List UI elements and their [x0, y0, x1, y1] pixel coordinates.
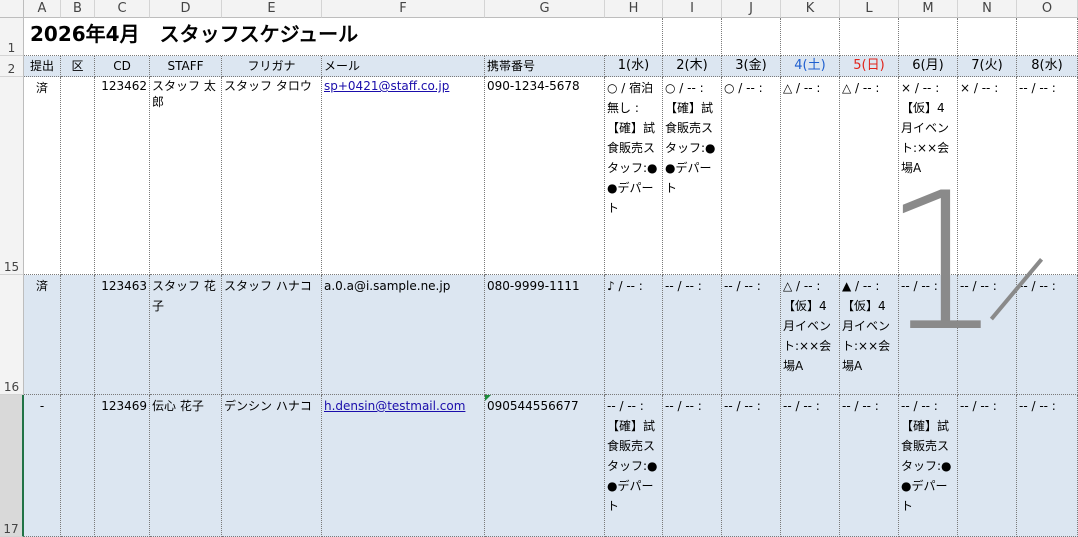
header-submitted[interactable]: 提出 [24, 56, 61, 77]
cell-j1[interactable] [722, 18, 781, 56]
cell-schedule[interactable]: -- / -- : 【確】試食販売スタッフ:●●デパート [605, 395, 663, 537]
column-header-i[interactable]: I [663, 0, 722, 18]
email-link[interactable]: sp+0421@staff.co.jp [324, 79, 449, 93]
column-header-h[interactable]: H [605, 0, 663, 18]
column-header-d[interactable]: D [150, 0, 222, 18]
cell-schedule[interactable]: -- / -- : [1017, 275, 1078, 395]
row-header-15[interactable]: 15 [0, 77, 24, 275]
header-cd[interactable]: CD [95, 56, 150, 77]
header-day-3[interactable]: 3(金) [722, 56, 781, 77]
column-header-o[interactable]: O [1017, 0, 1078, 18]
header-staff[interactable]: STAFF [150, 56, 222, 77]
header-phone[interactable]: 携帯番号 [485, 56, 605, 77]
cell-cd[interactable]: 123463 [95, 275, 150, 395]
cell-schedule[interactable]: -- / -- : [958, 395, 1017, 537]
cell-ku[interactable] [61, 77, 95, 275]
cell-schedule[interactable]: ▲ / -- : 【仮】4月イベント:××会場A [840, 275, 899, 395]
cell-submitted[interactable]: 済 [24, 77, 61, 275]
row-header-16[interactable]: 16 [0, 275, 24, 395]
cell-furigana[interactable]: デンシン ハナコ [222, 395, 322, 537]
column-header-e[interactable]: E [222, 0, 322, 18]
cell-schedule[interactable]: ○ / -- : [722, 77, 781, 275]
cell-schedule[interactable]: -- / -- : [781, 395, 840, 537]
cell-schedule[interactable]: -- / -- : [663, 395, 722, 537]
cell-schedule[interactable]: -- / -- : [899, 275, 958, 395]
cell-phone[interactable]: 090-1234-5678 [485, 77, 605, 275]
cell-schedule[interactable]: × / -- : [958, 77, 1017, 275]
cell-schedule[interactable]: ○ / 宿泊無し : 【確】試食販売スタッフ:●●デパート [605, 77, 663, 275]
select-all-corner[interactable] [0, 0, 24, 18]
cell-h1[interactable] [605, 18, 663, 56]
cell-email[interactable]: sp+0421@staff.co.jp [322, 77, 485, 275]
cell-schedule[interactable]: -- / -- : 【確】試食販売スタッフ:●●デパート [899, 395, 958, 537]
cell-schedule[interactable]: ○ / -- : 【確】試食販売スタッフ:●●デパート [663, 77, 722, 275]
cell-schedule[interactable]: ♪ / -- : [605, 275, 663, 395]
column-header-f[interactable]: F [322, 0, 485, 18]
cell-n1[interactable] [958, 18, 1017, 56]
cell-phone[interactable]: 080-9999-1111 [485, 275, 605, 395]
header-day-8[interactable]: 8(水) [1017, 56, 1078, 77]
cell-schedule[interactable]: △ / -- : [781, 77, 840, 275]
cell-phone[interactable]: 090544556677 [485, 395, 605, 537]
cell-email[interactable]: a.0.a@i.sample.ne.jp [322, 275, 485, 395]
column-header-g[interactable]: G [485, 0, 605, 18]
cell-schedule[interactable]: -- / -- : [722, 275, 781, 395]
column-header-l[interactable]: L [840, 0, 899, 18]
header-day-5[interactable]: 5(日) [840, 56, 899, 77]
header-day-6[interactable]: 6(月) [899, 56, 958, 77]
cell-schedule[interactable]: -- / -- : [663, 275, 722, 395]
header-ku[interactable]: 区 [61, 56, 95, 77]
cell-submitted[interactable]: 済 [24, 275, 61, 395]
cell-schedule[interactable]: -- / -- : [958, 275, 1017, 395]
cell-k1[interactable] [781, 18, 840, 56]
cell-l1[interactable] [840, 18, 899, 56]
email-link[interactable]: h.densin@testmail.com [324, 399, 465, 413]
column-header-n[interactable]: N [958, 0, 1017, 18]
cell-staff[interactable]: 伝心 花子 [150, 395, 222, 537]
row-header-2[interactable]: 2 [0, 56, 24, 77]
cell-schedule[interactable]: -- / -- : [1017, 395, 1078, 537]
cell-schedule[interactable]: -- / -- : [722, 395, 781, 537]
column-header-c[interactable]: C [95, 0, 150, 18]
cell-schedule[interactable]: △ / -- : 【仮】4月イベント:××会場A [781, 275, 840, 395]
header-day-4[interactable]: 4(土) [781, 56, 840, 77]
cell-i1[interactable] [663, 18, 722, 56]
cell-o1[interactable] [1017, 18, 1078, 56]
header-day-7[interactable]: 7(火) [958, 56, 1017, 77]
cell-staff[interactable]: スタッフ 太郎 [150, 77, 222, 275]
cell-schedule[interactable]: △ / -- : [840, 77, 899, 275]
cell-schedule[interactable]: -- / -- : [1017, 77, 1078, 275]
header-day-1[interactable]: 1(水) [605, 56, 663, 77]
column-header-k[interactable]: K [781, 0, 840, 18]
column-header-m[interactable]: M [899, 0, 958, 18]
cell-m1[interactable] [899, 18, 958, 56]
cell-submitted[interactable]: - [24, 395, 61, 537]
cell-staff[interactable]: スタッフ 花子 [150, 275, 222, 395]
cell-schedule[interactable]: × / -- : 【仮】4月イベント:××会場A [899, 77, 958, 275]
cell-furigana[interactable]: スタッフ タロウ [222, 77, 322, 275]
cell-cd[interactable]: 123469 [95, 395, 150, 537]
column-header-j[interactable]: J [722, 0, 781, 18]
header-day-2[interactable]: 2(木) [663, 56, 722, 77]
error-indicator-icon [485, 395, 491, 401]
cell-email[interactable]: h.densin@testmail.com [322, 395, 485, 537]
row-header-17[interactable]: 17 [0, 395, 24, 537]
cell-furigana[interactable]: スタッフ ハナコ [222, 275, 322, 395]
header-furigana[interactable]: フリガナ [222, 56, 322, 77]
sheet-title[interactable]: 2026年4月 スタッフスケジュール [24, 18, 605, 56]
cell-cd[interactable]: 123462 [95, 77, 150, 275]
row-header-1[interactable]: 1 [0, 18, 24, 56]
cell-schedule[interactable]: -- / -- : [840, 395, 899, 537]
cell-ku[interactable] [61, 395, 95, 537]
column-header-a[interactable]: A [24, 0, 61, 18]
header-email[interactable]: メール [322, 56, 485, 77]
column-header-b[interactable]: B [61, 0, 95, 18]
cell-ku[interactable] [61, 275, 95, 395]
